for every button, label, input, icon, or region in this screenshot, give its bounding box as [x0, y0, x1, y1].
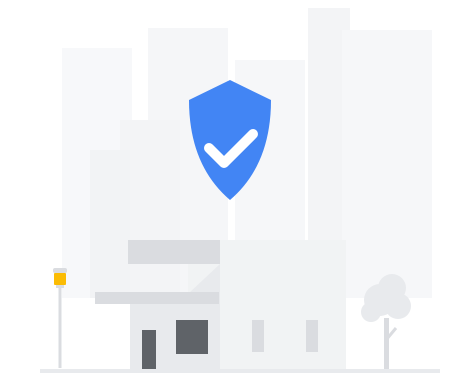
- security-illustration-svg: [40, 8, 440, 373]
- security-illustration: [0, 0, 462, 373]
- skyline-building: [90, 150, 130, 298]
- building-awning: [95, 292, 219, 304]
- skyline-building: [342, 30, 432, 298]
- window: [306, 320, 318, 352]
- building-roof-band: [128, 240, 220, 264]
- window: [176, 320, 208, 354]
- building: [95, 240, 346, 370]
- street-lamp-icon: [53, 268, 67, 368]
- ground: [40, 369, 440, 373]
- door: [142, 330, 156, 370]
- window: [252, 320, 264, 352]
